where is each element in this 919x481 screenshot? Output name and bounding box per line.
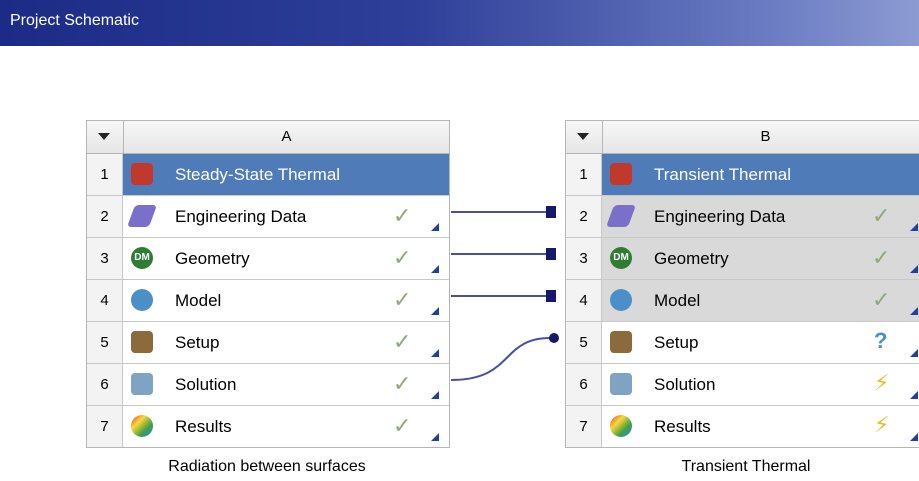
link-solution-to-setup[interactable] bbox=[450, 336, 553, 381]
link-node-model bbox=[546, 290, 556, 302]
connection-lines bbox=[450, 206, 559, 381]
link-node-geometry bbox=[546, 248, 556, 260]
link-node-engineering-data bbox=[546, 206, 556, 218]
link-node-setup bbox=[549, 333, 559, 343]
